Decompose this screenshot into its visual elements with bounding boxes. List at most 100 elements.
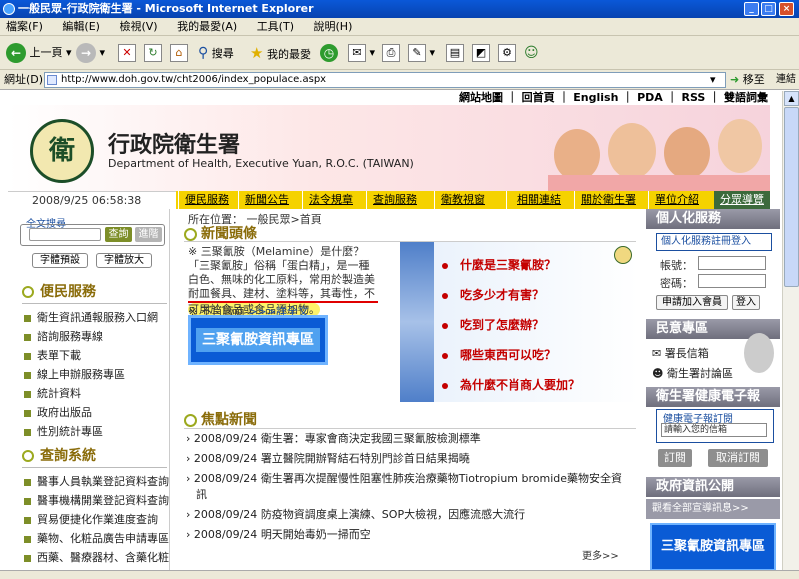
- headline-line: 白色、無味的化工原料，常用於製造美: [188, 273, 375, 286]
- topnav-home[interactable]: 回首頁: [522, 91, 555, 104]
- forum-link[interactable]: ☻ 衛生署討論區: [652, 365, 733, 381]
- email-input[interactable]: 請輸入您的信箱: [661, 423, 767, 437]
- menu-file[interactable]: 檔案(F): [6, 20, 43, 33]
- faq-item[interactable]: 哪些東西可以吃？: [442, 346, 556, 363]
- go-button[interactable]: ➜ 移至: [730, 70, 765, 90]
- mail-button[interactable]: ✉ ▾: [348, 42, 375, 64]
- menu-tools[interactable]: 工具(T): [257, 20, 294, 33]
- nav-links[interactable]: 相關連結: [506, 191, 572, 209]
- stop-button[interactable]: ✕: [118, 42, 136, 64]
- topnav-english[interactable]: English: [573, 91, 618, 104]
- service-link[interactable]: 表單下載: [24, 347, 81, 363]
- faq-item[interactable]: 吃多少才有害？: [442, 286, 544, 303]
- director-mailbox-link[interactable]: ✉ 署長信箱: [652, 345, 709, 361]
- nav-health-edu[interactable]: 衛教視窗: [434, 191, 502, 209]
- advanced-search-button[interactable]: 進階: [135, 227, 162, 242]
- query-link[interactable]: 貿易便捷化作業進度查詢: [24, 511, 158, 527]
- menu-favorites[interactable]: 我的最愛(A): [177, 20, 237, 33]
- messenger-button[interactable]: ☺: [524, 42, 539, 64]
- news-item-continued[interactable]: 訊: [196, 487, 207, 502]
- nav-about[interactable]: 關於衛生署: [574, 191, 646, 209]
- links-label[interactable]: 連結: [776, 70, 796, 90]
- scroll-up-icon[interactable]: ▲: [784, 91, 799, 106]
- home-button[interactable]: ⌂: [170, 42, 188, 64]
- service-link[interactable]: 統計資料: [24, 385, 81, 401]
- maximize-button[interactable]: □: [761, 2, 776, 16]
- nav-query[interactable]: 查詢服務: [366, 191, 430, 209]
- news-item[interactable]: › 2008/09/24 署立醫院開辦腎結石特別門診首日結果揭曉: [186, 451, 470, 466]
- faq-item[interactable]: 什麼是三聚氰胺？: [442, 256, 556, 273]
- nav-laws[interactable]: 法令規章: [302, 191, 362, 209]
- faq-item[interactable]: 吃到了怎麼辦？: [442, 316, 544, 333]
- headline-line: 耐皿餐具、建材、塗料等，其毒性，不: [188, 287, 378, 303]
- main-nav: 2008/9/25 06:58:38 便民服務 新聞公告 法令規章 查詢服務 衛…: [8, 191, 770, 209]
- join-member-button[interactable]: 申請加入會員: [656, 295, 728, 310]
- melamine-info-button[interactable]: 三聚氰胺資訊專區: [188, 315, 328, 365]
- discuss-button[interactable]: ▤: [446, 42, 464, 64]
- password-input[interactable]: [698, 274, 766, 288]
- back-label: 上一頁: [29, 46, 63, 59]
- tools-button[interactable]: ⚙: [498, 42, 516, 64]
- query-link[interactable]: 西藥、醫療器材、含藥化粧: [24, 549, 169, 565]
- menu-edit[interactable]: 編輯(E): [62, 20, 100, 33]
- favorites-button[interactable]: ★ 我的最愛: [250, 42, 311, 64]
- menu-help[interactable]: 說明(H): [314, 20, 353, 33]
- service-link[interactable]: 政府出版品: [24, 404, 92, 420]
- topnav-pda[interactable]: PDA: [637, 91, 663, 104]
- service-link[interactable]: 線上申辦服務專區: [24, 366, 125, 382]
- promo-melamine-button[interactable]: 三聚氰胺資訊專區: [650, 523, 776, 571]
- faq-item[interactable]: 為什麼不肖商人要加？: [442, 376, 580, 393]
- news-item[interactable]: › 2008/09/24 衛生署再次提醒慢性阻塞性肺疾治療藥物Tiotropiu…: [186, 471, 634, 486]
- divider: [184, 428, 636, 429]
- forward-button[interactable]: → ▾: [76, 42, 105, 64]
- address-input[interactable]: http://www.doh.gov.tw/cht2006/index_popu…: [44, 72, 726, 88]
- more-news-link[interactable]: 更多>>: [582, 547, 619, 562]
- nav-guide[interactable]: 分眾導覽: [714, 191, 770, 209]
- doh-emblem-icon[interactable]: 衛: [30, 119, 94, 183]
- unsubscribe-button[interactable]: 取消訂閱: [708, 449, 768, 467]
- font-large-button[interactable]: 字體放大: [96, 253, 152, 268]
- nav-services[interactable]: 便民服務: [178, 191, 234, 209]
- search-input[interactable]: [29, 228, 101, 241]
- service-link[interactable]: 性別統計專區: [24, 423, 103, 439]
- query-link[interactable]: 醫事機構開業登記資料查詢: [24, 492, 169, 508]
- search-button[interactable]: ⚲ 搜尋: [198, 42, 234, 64]
- edit-button[interactable]: ✎ ▾: [408, 42, 435, 64]
- research-icon: ◩: [472, 44, 490, 62]
- topnav-rss[interactable]: RSS: [682, 91, 706, 104]
- nav-units[interactable]: 單位介紹: [648, 191, 712, 209]
- minimize-button[interactable]: _: [744, 2, 759, 16]
- address-dropdown-icon[interactable]: ▾: [710, 70, 716, 90]
- refresh-button[interactable]: ↻: [144, 42, 162, 64]
- query-link[interactable]: 醫事人員執業登記資料查詢: [24, 473, 169, 489]
- back-button[interactable]: ← 上一頁 ▾: [6, 42, 72, 64]
- scroll-thumb[interactable]: [784, 107, 799, 287]
- history-button[interactable]: ◷: [320, 42, 338, 64]
- topnav-glossary[interactable]: 雙語詞彙: [724, 91, 768, 104]
- epaper-heading: 衛生署健康電子報: [646, 387, 780, 407]
- query-link[interactable]: 藥物、化粧品廣告申請專區: [24, 530, 169, 546]
- print-button[interactable]: ⎙: [382, 42, 400, 64]
- nav-news[interactable]: 新聞公告: [238, 191, 298, 209]
- people-icon: ☻: [652, 367, 664, 380]
- promo-all-link[interactable]: 觀看全部宣導訊息>>: [646, 499, 780, 519]
- service-link[interactable]: 衛生資訊通報服務入口網: [24, 309, 158, 325]
- topnav-sitemap[interactable]: 網站地圖: [459, 91, 503, 104]
- vertical-scrollbar[interactable]: ▲: [782, 91, 799, 579]
- close-button[interactable]: ×: [779, 2, 794, 16]
- login-button[interactable]: 登入: [732, 295, 760, 310]
- bullet-icon: [442, 382, 448, 389]
- news-item[interactable]: › 2008/09/24 明天開始毒奶一掃而空: [186, 527, 371, 542]
- news-item[interactable]: › 2008/09/24 防疫物資調度桌上演練、SOP大檢視，因應流感大流行: [186, 507, 525, 522]
- service-link[interactable]: 諮詢服務專線: [24, 328, 103, 344]
- menu-view[interactable]: 檢視(V): [119, 20, 157, 33]
- search-submit-button[interactable]: 查詢: [105, 227, 132, 242]
- subscribe-button[interactable]: 訂閱: [658, 449, 692, 467]
- account-input[interactable]: [698, 256, 766, 270]
- search-icon: ⚲: [198, 45, 209, 61]
- research-button[interactable]: ◩: [472, 42, 490, 64]
- font-default-button[interactable]: 字體預設: [32, 253, 88, 268]
- personal-service-heading: 個人化服務: [646, 209, 780, 229]
- gov-info-heading: 政府資訊公開: [646, 477, 780, 497]
- news-item[interactable]: › 2008/09/24 衛生署：專家會商決定我國三聚氰胺檢測標準: [186, 431, 481, 446]
